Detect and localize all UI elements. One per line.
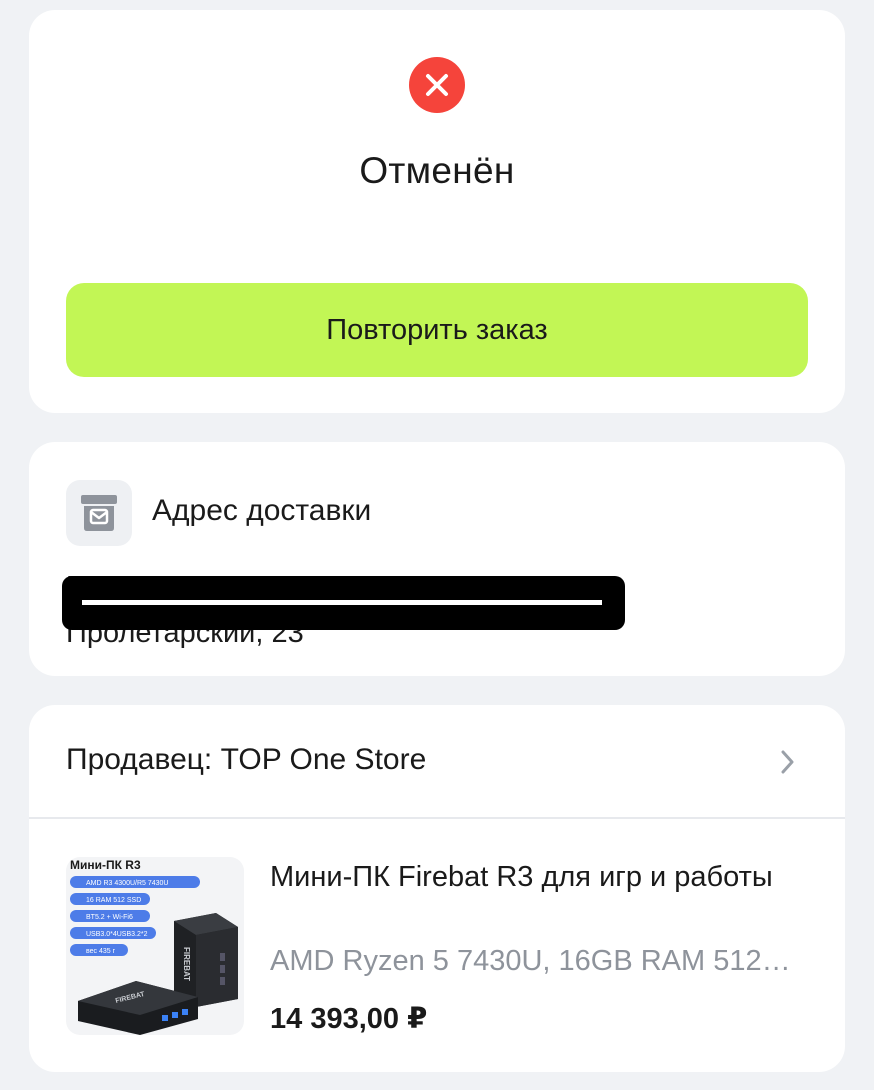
product-image[interactable]: Мини-ПК R3 AMD R3 4300U/R5 7430U 16 RAM …	[66, 857, 244, 1035]
svg-text:FIREBAT: FIREBAT	[182, 947, 191, 981]
seller-row[interactable]: Продавец: TOP One Store	[29, 705, 845, 818]
redaction-stroke	[82, 600, 602, 605]
product-description: AMD Ryzen 5 7430U, 16GB RAM 512GB SSD	[270, 945, 810, 977]
product-price: 14 393,00 ₽	[270, 1003, 428, 1035]
svg-text:16 RAM 512 SSD: 16 RAM 512 SSD	[86, 897, 141, 904]
order-items-card: Продавец: TOP One Store Мини-ПК R3 AMD R…	[29, 705, 845, 1072]
redaction-bar	[62, 576, 625, 630]
svg-text:AMD R3 4300U/R5 7430U: AMD R3 4300U/R5 7430U	[86, 880, 169, 887]
chevron-right-icon	[781, 750, 794, 774]
product-row[interactable]: Мини-ПК R3 AMD R3 4300U/R5 7430U 16 RAM …	[29, 819, 845, 1072]
product-title[interactable]: Мини-ПК Firebat R3 для игр и работы	[270, 859, 810, 896]
delivery-address-title: Адрес доставки	[152, 494, 372, 527]
seller-label: Продавец: TOP One Store	[66, 743, 427, 776]
close-circle-icon	[409, 57, 465, 113]
order-status-card: Отменён Повторить заказ	[29, 10, 845, 413]
product-image-heading: Мини-ПК R3	[70, 858, 141, 872]
repeat-order-button[interactable]: Повторить заказ	[66, 283, 808, 377]
delivery-address-card: Адрес доставки Пункт выдачи, Москва, пр.…	[29, 442, 845, 676]
svg-text:вес 435 г: вес 435 г	[86, 948, 116, 955]
status-title: Отменён	[359, 150, 515, 191]
svg-text:BT5.2 + Wi-Fi6: BT5.2 + Wi-Fi6	[86, 914, 133, 921]
svg-text:USB3.0*4USB3.2*2: USB3.0*4USB3.2*2	[86, 931, 148, 938]
archive-box-icon	[66, 480, 132, 546]
